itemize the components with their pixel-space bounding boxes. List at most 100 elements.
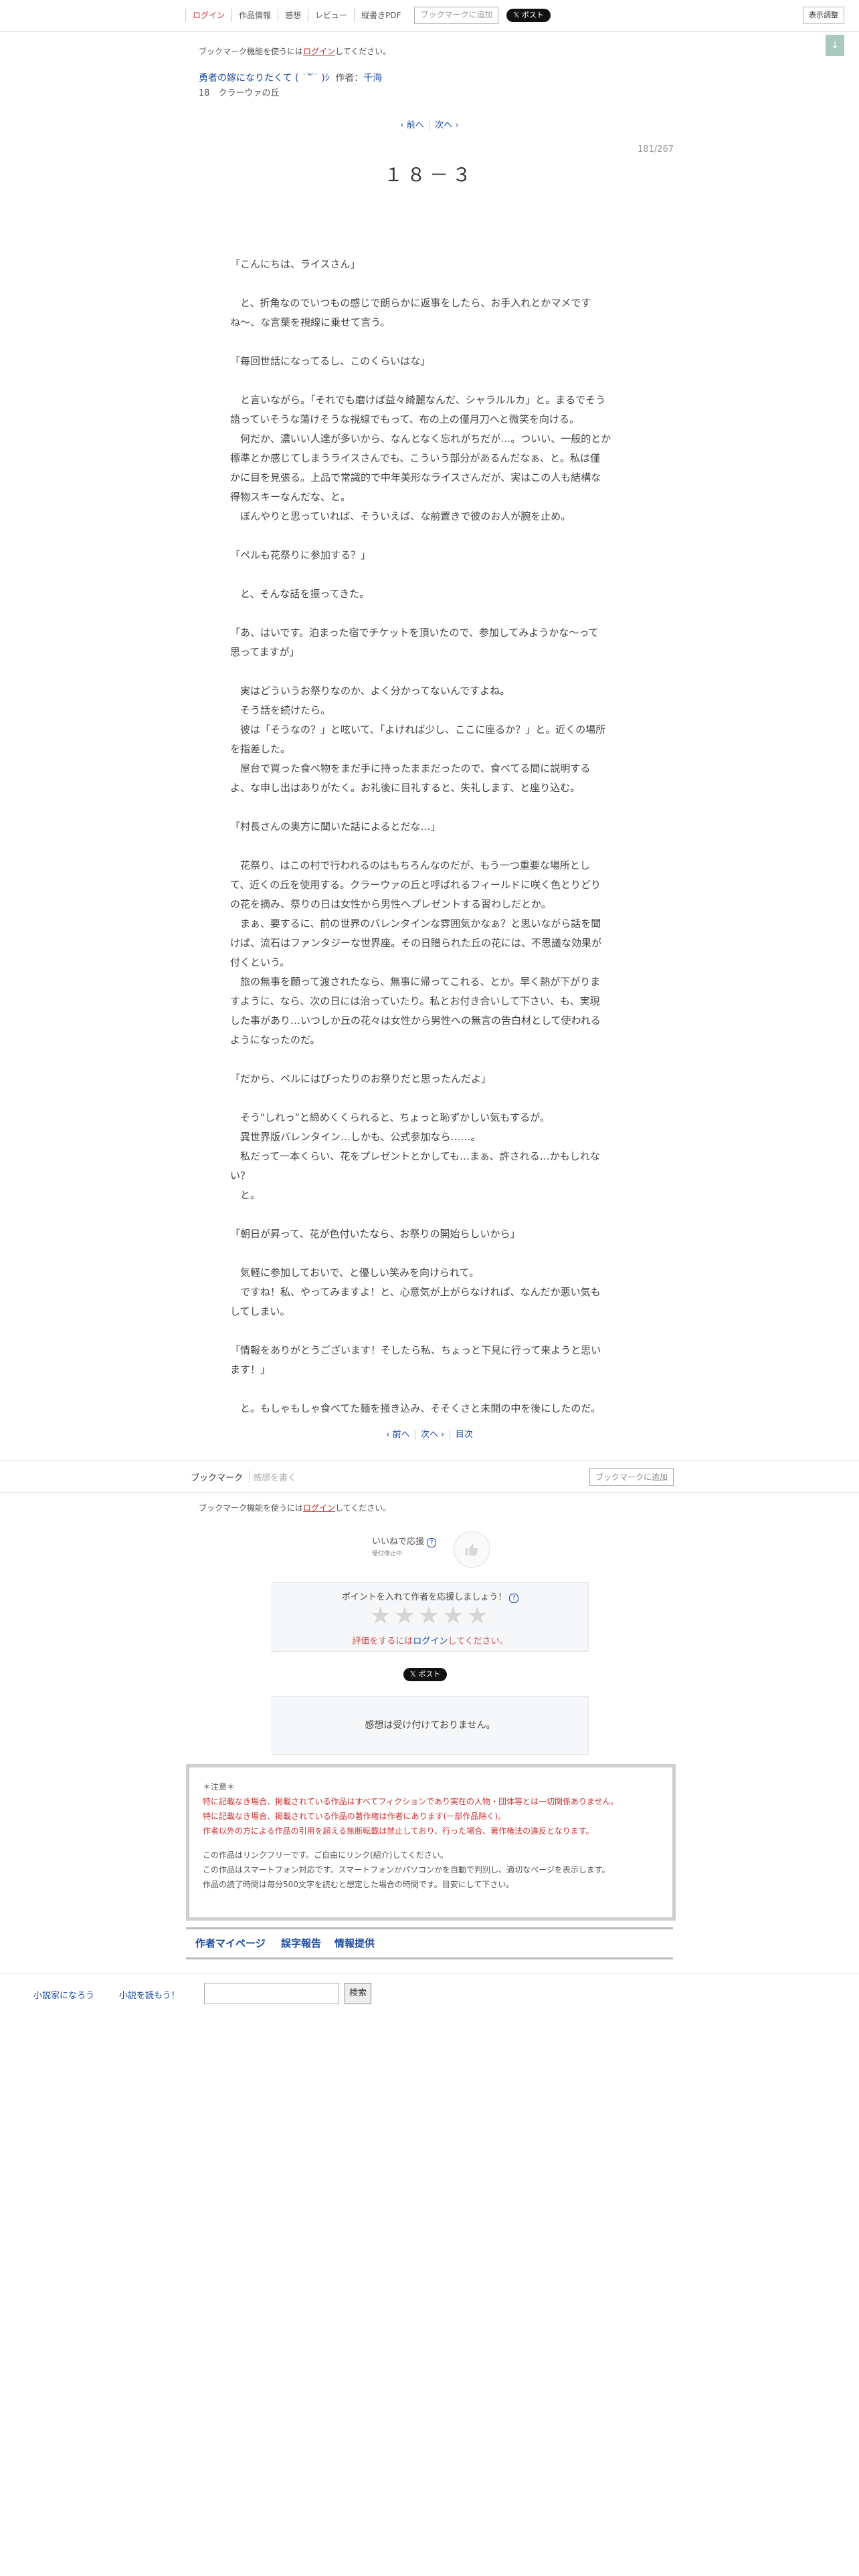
novel-line: 「だから、ペルにはぴったりのお祭りだと思ったんだよ」 <box>230 1073 492 1085</box>
display-settings-button[interactable]: 表示調整 <box>803 7 844 24</box>
bookmark-label[interactable]: ブックマーク <box>191 1471 251 1483</box>
novel-line: 気軽に参加しておいで、と優しい笑みを向けられて。 <box>230 1267 480 1279</box>
novel-line: そう"しれっ"と締めくくられると、ちょっと恥ずかしい気もするが。 <box>230 1111 550 1123</box>
novel-line: かに目を見張る。上品で常識的で中年美形なライスさんだが、実はこの人も結構な <box>230 471 601 484</box>
novel-line: と、そんな話を振ってきた。 <box>230 588 370 600</box>
login-notice: ブックマーク機能を使うにはログインしてください。 <box>199 45 391 57</box>
novel-line <box>230 235 629 255</box>
thumbs-up-icon <box>454 1531 490 1568</box>
footer-link-narou[interactable]: 小説家になろう <box>33 1988 94 2001</box>
novel-line: 実はどういうお祭りなのか、よく分かってないんですよね。 <box>230 685 510 697</box>
novel-line: ぼんやりと思っていれば、そういえば、な前置きで彼のお人が腕を止め。 <box>230 510 571 522</box>
novel-line: けば、流石はファンタジーな世界座。その日贈られた丘の花には、不思議な効果が <box>230 937 602 949</box>
novel-line: 花祭り、はこの村で行われるのはもちろんなのだが、もう一つ重要な場所とし <box>230 859 590 871</box>
like-status: 受付停止中 <box>372 1551 403 1558</box>
like-text: いいねで応援 <box>372 1537 425 1547</box>
notice-prefix-bottom: ブックマーク機能を使うには <box>199 1503 304 1513</box>
novel-line: 旅の無事を願って渡されたなら、無事に帰ってこれる、とか。早く熱が下がりま <box>230 976 601 988</box>
novel-line: よ、な申し出はありがたく。お礼後に目礼すると、失礼します、と座り込む。 <box>230 782 581 794</box>
prev-link-bottom[interactable]: ‹ 前へ <box>386 1430 409 1440</box>
chapter-title: 18 クラーウァの丘 <box>199 88 280 98</box>
author-label: 作者： <box>335 73 364 84</box>
novel-line: 「こんにちは、ライスさん」 <box>230 258 361 270</box>
rating-req-prefix: 評価をするには <box>352 1636 413 1646</box>
toc-link[interactable]: 目次 <box>456 1430 473 1440</box>
nav-impressions[interactable]: 感想 <box>278 9 309 22</box>
notice-login-link-bottom[interactable]: ログイン <box>303 1503 335 1513</box>
caution-line: 作品の読了時間は毎分500文字を読むと想定した場合の時間です。目安にして下さい。 <box>203 1880 514 1889</box>
novel-line <box>230 332 629 352</box>
novel-line: と。 <box>230 1189 261 1201</box>
novel-line: い？ <box>230 1170 251 1182</box>
next-link-bottom[interactable]: 次へ › <box>421 1430 444 1440</box>
footer-link-yomou[interactable]: 小説を読もう！ <box>119 1988 180 2001</box>
x-post-button[interactable]: 𝕏 ポスト <box>506 9 551 22</box>
novel-line <box>230 1244 629 1263</box>
typo-report-link[interactable]: 誤字報告 <box>281 1936 321 1950</box>
rating-req-suffix: してください。 <box>448 1636 508 1646</box>
search-button[interactable]: 検索 <box>345 1983 371 2004</box>
footer: 小説家になろう 小説を読もう！ 検索 <box>0 1973 859 2015</box>
rating-help-icon[interactable]: ? <box>509 1594 519 1603</box>
nav-vertical-pdf[interactable]: 縦書きPDF <box>355 9 407 22</box>
novel-line <box>230 526 629 546</box>
novel-line <box>230 604 629 623</box>
novel-line: 「情報をありがとうございます！そしたら私、ちょっと下見に行って来ようと思い <box>230 1344 601 1356</box>
novel-line: 付くという。 <box>230 956 290 968</box>
novel-line: 思ってますが」 <box>230 646 300 658</box>
novel-line: 「ペルも花祭りに参加する？」 <box>230 549 371 561</box>
novel-line: 「あ、はいです。泊まった宿でチケットを頂いたので、参加してみようかな〜って <box>230 627 599 639</box>
header-nav: ログイン 作品情報 感想 レビュー 縦書きPDF ブックマークに追加 𝕏 ポスト <box>185 7 551 24</box>
next-link[interactable]: 次へ › <box>435 120 458 130</box>
caution-line: 特に記載なき場合、掲載されている作品はすべてフィクションであり実在の人物・団体等… <box>203 1797 619 1806</box>
help-icon[interactable]: ? <box>427 1538 437 1547</box>
novel-line: と。もしゃもしゃ食べてた麺を掻き込み、そそくさと未開の中を後にしたのだ。 <box>230 1402 601 1414</box>
rating-prompt: ポイントを入れて作者を応援しましょう！? <box>272 1590 588 1603</box>
star-rating[interactable]: ★★★★★ <box>272 1603 588 1630</box>
novel-line: 得物スキーなんだな、と。 <box>230 491 351 503</box>
pager-bottom: ‹ 前へ | 次へ › | 目次 <box>386 1430 473 1440</box>
episode-subtitle: １８－３ <box>383 164 475 186</box>
novel-line: ですね！私、やってみますよ！と、心意気が上がらなければ、なんだか悪い気も <box>230 1286 601 1298</box>
novel-line <box>230 1380 629 1399</box>
pager-top: ‹ 前へ | 次へ › <box>400 120 459 130</box>
caution-heading: ＊注意＊ <box>203 1782 235 1792</box>
write-impression-link[interactable]: 感想を書く <box>253 1471 296 1483</box>
rating-login-link[interactable]: ログイン <box>413 1636 448 1646</box>
caution-content: ＊注意＊ 特に記載なき場合、掲載されている作品はすべてフィクションであり実在の人… <box>203 1780 619 1892</box>
caution-line: 作者以外の方による作品の引用を超える無断転載は禁止しており、行った場合、著作権法… <box>203 1826 594 1836</box>
novel-line <box>230 798 629 817</box>
novel-line <box>230 371 629 391</box>
novel-line: 語っていそうな蕩けそうな視線でもって、布の上の僅月刀へと微笑を向ける。 <box>230 413 580 425</box>
novel-body: 「こんにちは、ライスさん」 と、折角なのでいつもの感じで朗らかに返事をしたら、お… <box>230 235 629 1418</box>
scroll-down-icon[interactable]: ↓ <box>826 35 844 56</box>
novel-line: と、折角なのでいつもの感じで朗らかに返事をしたら、お手入れとかマメです <box>230 297 591 309</box>
prev-link[interactable]: ‹ 前へ <box>400 120 423 130</box>
nav-work-info[interactable]: 作品情報 <box>232 9 279 22</box>
series-title-link[interactable]: 勇者の嫁になりたくて ( ˙꒳˙ )ｼ <box>199 73 330 84</box>
caution-line: 特に記載なき場合、掲載されている作品の著作権は作者にあります(一部作品除く)。 <box>203 1812 506 1821</box>
novel-line: した事があり…いつしか丘の花々は女性から男性への無言の告白材として使われる <box>230 1014 601 1027</box>
notice-login-link[interactable]: ログイン <box>303 47 335 56</box>
nav-reviews[interactable]: レビュー <box>308 9 355 22</box>
caution-box: ＊注意＊ 特に記載なき場合、掲載されている作品はすべてフィクションであり実在の人… <box>186 1764 676 1921</box>
novel-line: の花を摘み、祭りの日は女性から男性へプレゼントする習わしだとか。 <box>230 898 551 910</box>
bookmark-bar: ブックマーク 感想を書く ブックマークに追加 <box>0 1461 859 1493</box>
author-link[interactable]: 千海 <box>363 73 382 84</box>
novel-line <box>230 837 629 856</box>
bookmark-add-button[interactable]: ブックマークに追加 <box>414 7 499 24</box>
novel-line: まぁ、要するに、前の世界のバレンタインな雰囲気かなぁ？と思いながら話を聞 <box>230 918 601 930</box>
author-mypage-link[interactable]: 作者マイページ <box>195 1936 266 1950</box>
info-provide-link[interactable]: 情報提供 <box>335 1936 375 1950</box>
novel-line <box>230 1321 629 1341</box>
search-input[interactable] <box>204 1983 339 2004</box>
novel-line <box>230 1050 629 1069</box>
novel-line: 屋台で買った食べ物をまだ手に持ったままだったので、食べてる間に説明する <box>230 762 591 774</box>
novel-line <box>230 1205 629 1224</box>
page-number: 181/267 <box>637 144 674 154</box>
bookmark-add-button-bottom[interactable]: ブックマークに追加 <box>589 1468 674 1486</box>
nav-login[interactable]: ログイン <box>185 9 233 22</box>
novel-line <box>230 662 629 681</box>
x-post-button-bottom[interactable]: 𝕏 ポスト <box>403 1668 448 1681</box>
novel-line: ようになったのだ。 <box>230 1034 320 1046</box>
